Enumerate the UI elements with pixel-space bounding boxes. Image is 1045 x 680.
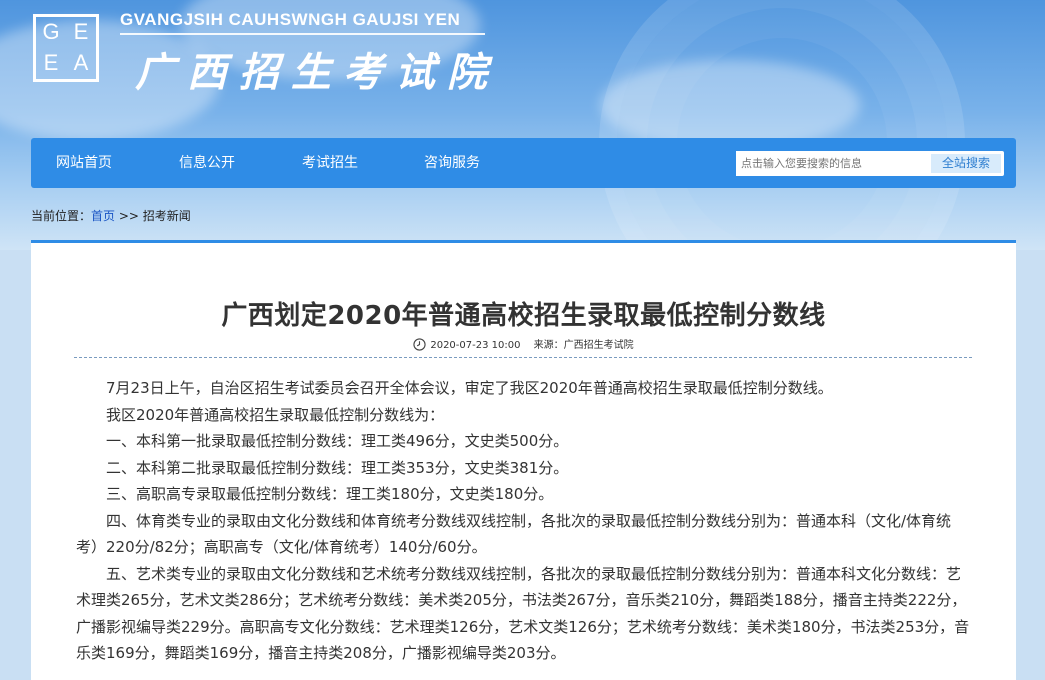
seal-watermark — [599, 0, 965, 250]
article-paragraph: 二、本科第二批录取最低控制分数线：理工类353分，文史类381分。 — [106, 458, 569, 477]
clock-icon — [413, 338, 426, 351]
nav-item-info[interactable]: 信息公开 — [179, 138, 235, 188]
logo-letter: G — [42, 19, 60, 44]
search-button[interactable]: 全站搜索 — [931, 154, 1001, 173]
article-source: 来源：广西招生考试院 — [533, 340, 634, 351]
article-body: 7月23日上午，自治区招生考试委员会召开全体会议，审定了我区2020年普通高校招… — [76, 375, 971, 667]
logo-letter: E — [73, 19, 89, 44]
logo-letter: E — [43, 50, 59, 75]
breadcrumb-home-link[interactable]: 首页 — [91, 209, 115, 223]
site-logo[interactable]: G E E A — [33, 14, 99, 82]
nav-item-home[interactable]: 网站首页 — [56, 138, 112, 188]
article-meta: 2020-07-23 10:00 来源：广西招生考试院 — [31, 336, 1016, 351]
article-date: 2020-07-23 10:00 — [430, 340, 521, 351]
article-panel: 广西划定2020年普通高校招生录取最低控制分数线 2020-07-23 10:0… — [31, 240, 1016, 680]
site-name-en: GVANGJSIH CAUHSWNGH GAUJSI YEN — [120, 10, 485, 35]
article-paragraph: 三、高职高专录取最低控制分数线：理工类180分，文史类180分。 — [106, 485, 554, 503]
article-paragraph: 7月23日上午，自治区招生考试委员会召开全体会议，审定了我区2020年普通高校招… — [106, 379, 833, 397]
breadcrumb-separator: >> — [118, 209, 139, 223]
breadcrumb: 当前位置：首页 >> 招考新闻 — [31, 207, 191, 224]
search-input[interactable] — [736, 151, 931, 176]
breadcrumb-current: 招考新闻 — [142, 209, 191, 223]
nav-item-consult[interactable]: 咨询服务 — [424, 138, 480, 188]
main-nav: 网站首页 信息公开 考试招生 咨询服务 全站搜索 — [31, 138, 1016, 188]
breadcrumb-prefix: 当前位置： — [31, 209, 92, 223]
nav-item-exams[interactable]: 考试招生 — [302, 138, 358, 188]
article-paragraph: 我区2020年普通高校招生录取最低控制分数线为： — [106, 405, 445, 424]
title-divider — [74, 357, 972, 358]
article-paragraph: 一、本科第一批录取最低控制分数线：理工类496分，文史类500分。 — [106, 432, 569, 450]
logo-letter: A — [73, 50, 89, 75]
search-box: 全站搜索 — [736, 151, 1004, 176]
article-title: 广西划定2020年普通高校招生录取最低控制分数线 — [221, 301, 826, 331]
site-name-cn: 广西招生考试院 — [135, 49, 499, 96]
article-paragraph: 五、艺术类专业的录取由文化分数线和艺术统考分数线双线控制，各批次的录取最低控制分… — [76, 564, 970, 663]
article-paragraph: 四、体育类专业的录取由文化分数线和体育统考分数线双线控制，各批次的录取最低控制分… — [76, 511, 952, 557]
